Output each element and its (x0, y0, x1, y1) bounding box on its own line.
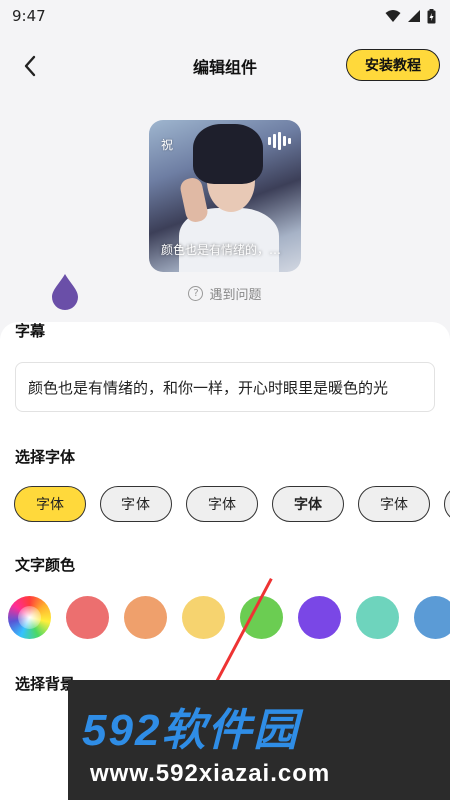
color-swatch[interactable] (298, 596, 341, 639)
color-swatch[interactable] (414, 596, 450, 639)
color-section-title: 文字颜色 (15, 556, 76, 574)
color-swatch[interactable] (124, 596, 167, 639)
header: 编辑组件 安装教程 (0, 40, 450, 92)
font-section-title: 选择字体 (15, 448, 76, 466)
font-option[interactable] (444, 486, 450, 522)
color-swatch[interactable] (182, 596, 225, 639)
battery-icon (427, 8, 436, 23)
status-icons (385, 8, 436, 24)
status-bar: 9:47 (0, 0, 450, 32)
widget-preview-card[interactable]: 祝 颜色也是有情绪的，… (149, 120, 301, 272)
watermark-url: www.592xiazai.com (90, 760, 331, 787)
watermark: 592软件园 www.592xiazai.com (68, 680, 450, 800)
color-swatch[interactable] (240, 596, 283, 639)
preview-caption: 颜色也是有情绪的，… (161, 243, 282, 257)
color-swatch[interactable] (66, 596, 109, 639)
subtitle-section-title: 字幕 (15, 322, 46, 340)
question-icon: ? (188, 286, 204, 301)
preview-card-label: 祝 (161, 138, 174, 152)
help-link[interactable]: ? 遇到问题 (0, 284, 450, 303)
status-time: 9:47 (12, 7, 46, 25)
background-section-title: 选择背景 (15, 675, 76, 693)
watermark-brand: 592软件园 (82, 706, 300, 755)
font-option[interactable]: 字体 (186, 486, 258, 522)
font-option[interactable]: 字体 (272, 486, 344, 522)
font-option[interactable]: 字体 (14, 486, 86, 522)
wifi-icon (385, 10, 401, 22)
color-swatch[interactable] (356, 596, 399, 639)
font-options: 字体 字体 字体 字体 字体 (14, 486, 450, 522)
color-picker-swatch[interactable] (8, 596, 51, 639)
font-option[interactable]: 字体 (358, 486, 430, 522)
help-link-label: 遇到问题 (209, 288, 262, 303)
font-option[interactable]: 字体 (100, 486, 172, 522)
color-swatches (8, 596, 450, 640)
subtitle-input[interactable]: 颜色也是有情绪的，和你一样，开心时眼里是暖色的光 (15, 362, 435, 412)
preview-image-hair (193, 124, 263, 184)
signal-icon (408, 10, 420, 22)
sound-wave-icon (268, 132, 291, 150)
install-tutorial-button[interactable]: 安装教程 (346, 49, 440, 81)
preview-image-hand (178, 176, 210, 224)
